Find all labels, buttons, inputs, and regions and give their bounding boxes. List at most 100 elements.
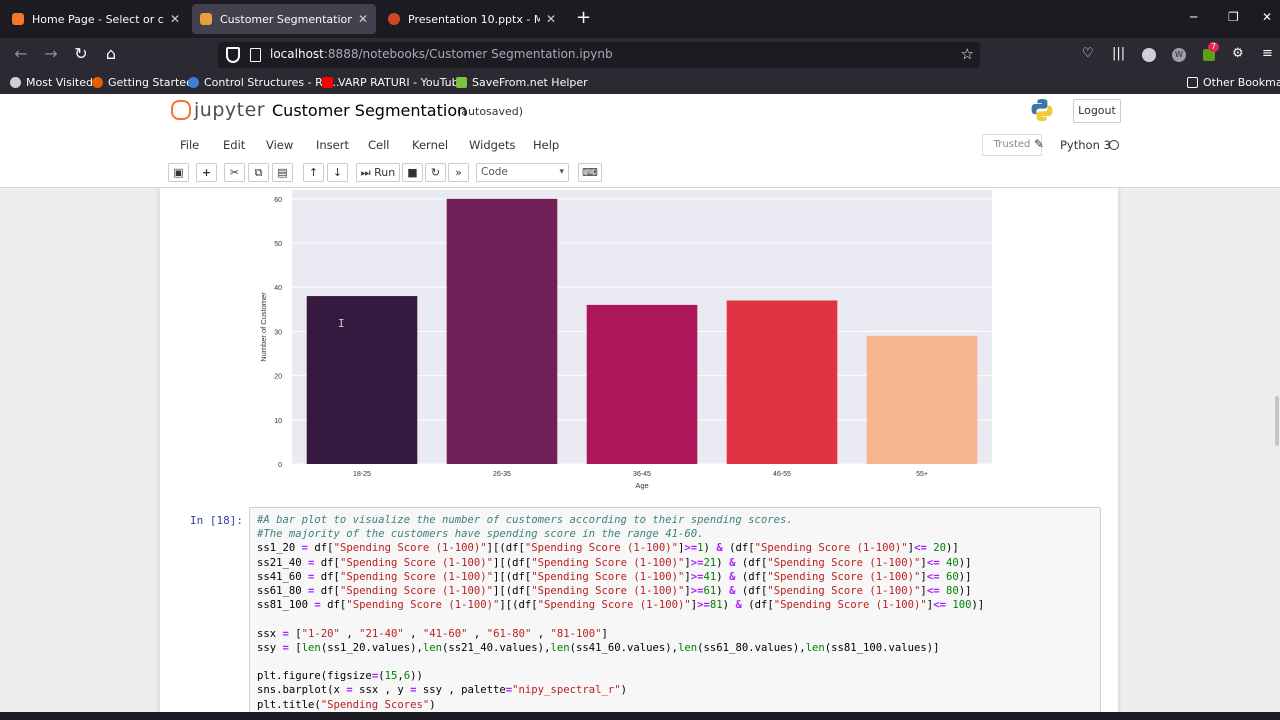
url-bar[interactable]: localhost:8888/notebooks/Customer Segmen… [218,42,980,68]
move-down-icon[interactable]: ↓ [327,163,348,182]
code-token: (df[ [741,599,774,612]
menu-help[interactable]: Help [533,138,559,152]
library-icon[interactable]: ||| [1112,46,1125,61]
code-token: ssx [257,627,283,640]
kernel-name[interactable]: Python 3 [1060,138,1111,152]
reload-icon[interactable]: ↻ [70,44,92,63]
bookmark-savefrom[interactable]: SaveFrom.net Helper [456,76,588,89]
restore-icon[interactable]: ❐ [1228,10,1239,24]
close-icon[interactable]: ✕ [170,12,180,26]
tab-label: Customer Segmentation - Jupyt [220,12,352,26]
code-token: "61-80" [486,627,532,640]
firefox-icon [92,77,103,88]
code-cell-editor[interactable]: #A bar plot to visualize the number of c… [249,507,1101,720]
code-token: , [467,627,487,640]
other-bookmarks[interactable]: Other Bookmarks [1187,76,1280,89]
logout-button[interactable]: Logout [1073,99,1121,123]
bookmarks-toolbar: Most Visited Getting Started Control Str… [0,72,1280,94]
code-line: ss61_80 = df["Spending Score (1-100)"][(… [257,585,971,597]
bookmark-most-visited[interactable]: Most Visited [10,76,93,89]
bar [446,198,558,464]
bookmark-star-icon[interactable]: ☆ [961,45,974,63]
menu-icon[interactable]: ≡ [1262,46,1273,61]
code-token: len [805,641,825,654]
pencil-icon[interactable]: ✎ [1034,137,1044,151]
y-tick-label: 30 [274,329,282,336]
code-token: <= [914,542,927,555]
cell-type-select[interactable]: Code ▾ [476,163,569,182]
code-token: ss81_100 [257,599,315,612]
url-text[interactable]: localhost:8888/notebooks/Customer Segmen… [270,47,613,61]
pocket-icon[interactable]: ♡ [1082,46,1094,61]
menu-cell[interactable]: Cell [368,138,390,152]
w-extension-icon[interactable]: W [1172,48,1186,62]
extensions-puzzle-icon[interactable]: ⚙ [1232,46,1244,61]
forward-icon[interactable]: → [40,44,62,63]
copy-icon[interactable]: ⧉ [248,163,269,182]
code-token: [ [288,641,302,654]
cut-icon[interactable]: ✂ [224,163,245,182]
code-token: (ss21_40.values), [442,641,551,654]
tab-presentation[interactable]: Presentation 10.pptx - Microsof ✕ [380,4,564,34]
new-tab-button[interactable]: + [576,8,591,28]
browser-tab-bar: Home Page - Select or create a ✕ Custome… [0,0,1280,38]
bookmark-getting-started[interactable]: Getting Started [92,76,193,89]
code-token: ss21_40 [257,556,309,569]
taskbar-strip [0,712,1280,720]
notebook-scroll-area[interactable]: 0 10 20 30 40 50 60 18-25 26-35 36-45 46-55 55+ Age N… [0,188,1280,720]
code-token: ][(df[ [493,570,532,583]
tracking-shield-icon[interactable] [226,47,240,63]
close-icon[interactable]: ✕ [358,12,368,26]
code-token: ) [429,698,436,711]
jupyter-logo[interactable]: jupyter [170,99,265,121]
tab-customer-segmentation[interactable]: Customer Segmentation - Jupyt ✕ [192,4,376,34]
kernel-idle-icon [1109,140,1119,150]
extension-icon[interactable] [1142,48,1156,62]
tab-home-page[interactable]: Home Page - Select or create a ✕ [4,4,188,34]
restart-icon[interactable]: ↻ [425,163,446,182]
age-bar-chart: 0 10 20 30 40 50 60 18-25 26-35 36-45 46-55 55+ Age N… [259,190,992,490]
menu-insert[interactable]: Insert [316,138,349,152]
code-token: "Spending Score (1-100)" [346,599,500,612]
save-icon[interactable]: ▣ [168,163,189,182]
bookmark-youtube[interactable]: VARP RATURI - YouTube [322,76,465,89]
browser-nav-bar: ← → ↻ ⌂ localhost:8888/notebooks/Custome… [0,38,1280,72]
powerpoint-favicon-icon [388,13,400,25]
fast-forward-icon[interactable]: » [448,163,469,182]
close-window-icon[interactable]: ✕ [1262,10,1272,24]
code-token: >= [690,556,704,569]
bookmark-control-structures[interactable]: Control Structures - Re... [188,76,340,89]
code-token: (df[ [735,585,768,597]
code-token: )] [971,599,985,612]
insert-cell-icon[interactable]: + [196,163,217,182]
code-line: ssx = ["1-20" , "21-40" , "41-60" , "61-… [257,628,608,640]
code-token: "21-40" [359,627,404,640]
download-arrow-icon [456,77,467,88]
menu-kernel[interactable]: Kernel [412,138,448,152]
interrupt-icon[interactable]: ■ [402,163,423,182]
menu-view[interactable]: View [266,138,293,152]
back-icon[interactable]: ← [10,44,32,63]
minimize-icon[interactable]: ─ [1190,10,1197,24]
page-info-icon[interactable] [250,48,261,62]
trusted-indicator[interactable]: Trusted [982,134,1042,156]
bookmark-label: Other Bookmarks [1203,76,1280,89]
code-token: (ss61_80.values), [697,641,806,654]
youtube-icon [322,77,333,88]
code-token: len [422,641,443,654]
url-path: :8888/notebooks/Customer Segmentation.ip… [323,47,613,61]
menu-edit[interactable]: Edit [223,138,245,152]
home-icon[interactable]: ⌂ [100,44,122,63]
menu-file[interactable]: File [180,138,199,152]
notebook-toolbar: ▣ + ✂ ⧉ ▤ ↑ ↓ ⏭ Run ■ ↻ » Code ▾ ⌨ [168,161,1128,187]
menu-widgets[interactable]: Widgets [469,138,516,152]
run-button[interactable]: ⏭ Run [356,163,400,182]
move-up-icon[interactable]: ↑ [303,163,324,182]
bar [866,335,978,464]
close-icon[interactable]: ✕ [546,12,556,26]
scrollbar-thumb[interactable] [1275,396,1279,446]
keyboard-icon[interactable]: ⌨ [578,163,602,182]
bar [726,300,838,464]
paste-icon[interactable]: ▤ [272,163,293,182]
notebook-title[interactable]: Customer Segmentation [272,101,467,120]
